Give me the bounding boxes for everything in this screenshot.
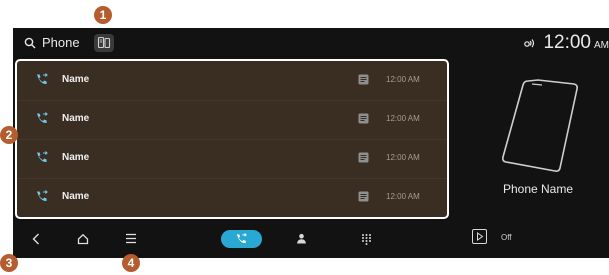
callout-2: 2 [0, 126, 18, 144]
call-row[interactable]: Name 12:00 AM [17, 178, 447, 217]
clock-ampm: AM [594, 39, 609, 51]
contacts-icon [297, 233, 306, 244]
back-icon [32, 233, 39, 245]
callout-3: 3 [0, 254, 18, 272]
recent-calls-icon [236, 233, 247, 244]
bottom-nav-bar: Off [13, 224, 609, 258]
message-icon[interactable] [358, 113, 369, 124]
outgoing-call-icon [37, 151, 48, 163]
message-icon[interactable] [358, 152, 369, 163]
phone-transfer-button[interactable] [94, 34, 114, 52]
call-name: Name [62, 113, 90, 124]
callout-4: 4 [122, 254, 140, 272]
call-row[interactable]: Name 12:00 AM [17, 139, 447, 179]
phone-transfer-icon [97, 36, 111, 49]
menu-icon [126, 233, 136, 244]
call-time: 12:00 AM [386, 75, 420, 84]
message-icon[interactable] [358, 191, 369, 202]
back-button[interactable] [32, 233, 40, 245]
search-icon [24, 37, 36, 48]
status-area: 12:00 AM [523, 32, 609, 54]
home-button[interactable] [77, 233, 89, 245]
outgoing-call-icon [37, 190, 48, 202]
outgoing-call-icon [37, 112, 48, 124]
message-icon[interactable] [358, 74, 369, 85]
call-name: Name [62, 74, 90, 85]
connection-status-icon [523, 38, 535, 48]
call-time: 12:00 AM [386, 114, 420, 123]
recent-calls-list: Name 12:00 AM Name 12:00 AM Name 12:00 A… [15, 59, 449, 219]
recent-calls-tab[interactable] [221, 230, 262, 248]
callout-1: 1 [94, 6, 112, 24]
call-name: Name [62, 191, 90, 202]
menu-button[interactable] [125, 233, 137, 244]
call-name: Name [62, 152, 90, 163]
infotainment-screen: Phone 12:00 AM Name 12:00 AM Name 12:00 … [13, 28, 609, 258]
contacts-tab[interactable] [296, 233, 307, 244]
call-time: 12:00 AM [386, 192, 420, 201]
outgoing-call-icon [37, 73, 48, 85]
device-name: Phone Name [502, 182, 574, 196]
play-icon [476, 232, 483, 241]
call-row[interactable]: Name 12:00 AM [17, 100, 447, 140]
page-title: Phone [42, 35, 80, 50]
search-button[interactable]: Phone [24, 35, 80, 50]
home-icon [77, 233, 89, 245]
media-status: Off [501, 233, 512, 242]
clock: 12:00 [543, 32, 591, 53]
keypad-tab[interactable] [361, 233, 372, 245]
top-bar: Phone 12:00 AM [13, 28, 609, 58]
media-button[interactable] [472, 229, 487, 244]
call-time: 12:00 AM [386, 153, 420, 162]
call-row[interactable]: Name 12:00 AM [17, 61, 447, 101]
smartphone-icon [502, 79, 578, 172]
keypad-icon [362, 234, 371, 245]
